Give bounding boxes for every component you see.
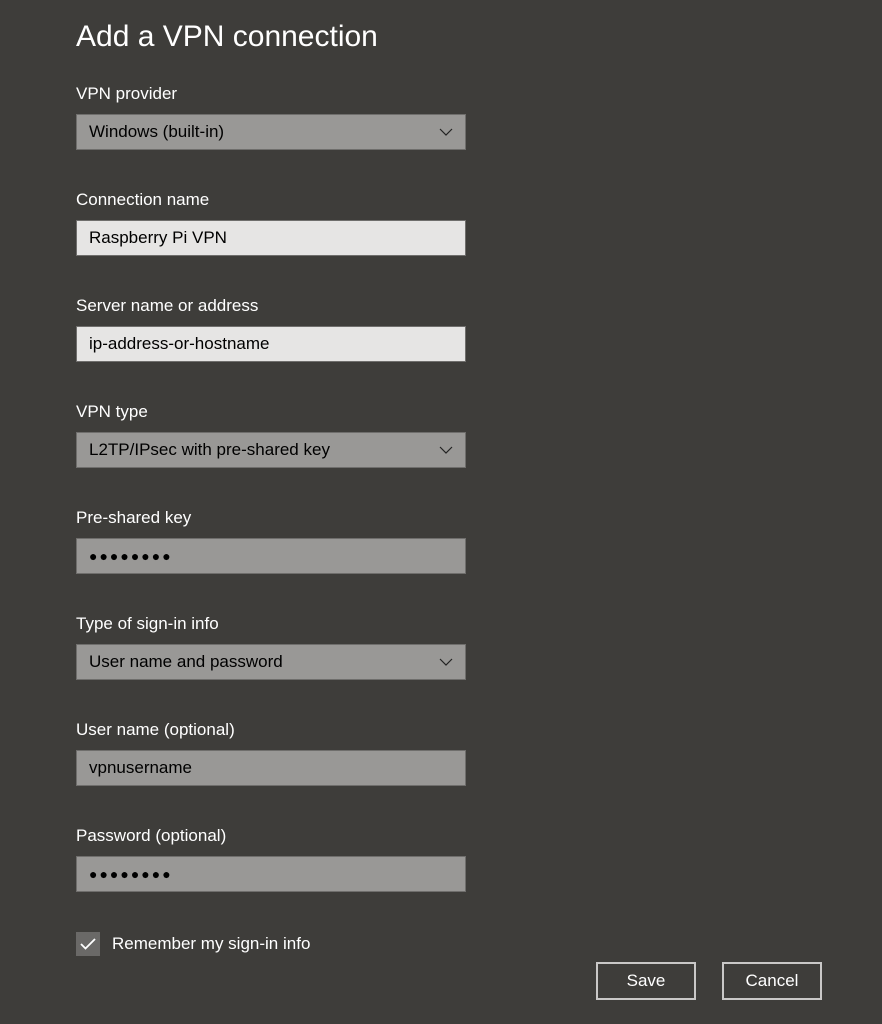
button-row: Save Cancel (596, 962, 822, 1000)
password-value: ●●●●●●●● (89, 867, 173, 881)
server-label: Server name or address (76, 296, 882, 316)
vpn-provider-value: Windows (built-in) (89, 122, 439, 142)
chevron-down-icon (439, 125, 453, 139)
vpn-type-select[interactable]: L2TP/IPsec with pre-shared key (76, 432, 466, 468)
password-input[interactable]: ●●●●●●●● (76, 856, 466, 892)
cancel-button[interactable]: Cancel (722, 962, 822, 1000)
page-title: Add a VPN connection (76, 20, 882, 54)
signin-type-select[interactable]: User name and password (76, 644, 466, 680)
remember-row: Remember my sign-in info (76, 932, 882, 956)
vpn-provider-label: VPN provider (76, 84, 882, 104)
connection-name-label: Connection name (76, 190, 882, 210)
field-password: Password (optional) ●●●●●●●● (76, 826, 882, 892)
field-vpn-type: VPN type L2TP/IPsec with pre-shared key (76, 402, 882, 468)
remember-label: Remember my sign-in info (112, 934, 310, 954)
chevron-down-icon (439, 443, 453, 457)
field-server: Server name or address ip-address-or-hos… (76, 296, 882, 362)
username-value: vpnusername (89, 758, 192, 778)
signin-type-value: User name and password (89, 652, 439, 672)
password-label: Password (optional) (76, 826, 882, 846)
username-label: User name (optional) (76, 720, 882, 740)
psk-value: ●●●●●●●● (89, 549, 173, 563)
server-input[interactable]: ip-address-or-hostname (76, 326, 466, 362)
save-button[interactable]: Save (596, 962, 696, 1000)
field-psk: Pre-shared key ●●●●●●●● (76, 508, 882, 574)
field-username: User name (optional) vpnusername (76, 720, 882, 786)
field-connection-name: Connection name Raspberry Pi VPN (76, 190, 882, 256)
vpn-type-label: VPN type (76, 402, 882, 422)
field-vpn-provider: VPN provider Windows (built-in) (76, 84, 882, 150)
connection-name-value: Raspberry Pi VPN (89, 228, 227, 248)
signin-type-label: Type of sign-in info (76, 614, 882, 634)
username-input[interactable]: vpnusername (76, 750, 466, 786)
server-value: ip-address-or-hostname (89, 334, 269, 354)
psk-input[interactable]: ●●●●●●●● (76, 538, 466, 574)
vpn-type-value: L2TP/IPsec with pre-shared key (89, 440, 439, 460)
remember-checkbox[interactable] (76, 932, 100, 956)
psk-label: Pre-shared key (76, 508, 882, 528)
connection-name-input[interactable]: Raspberry Pi VPN (76, 220, 466, 256)
field-signin-type: Type of sign-in info User name and passw… (76, 614, 882, 680)
vpn-provider-select[interactable]: Windows (built-in) (76, 114, 466, 150)
chevron-down-icon (439, 655, 453, 669)
